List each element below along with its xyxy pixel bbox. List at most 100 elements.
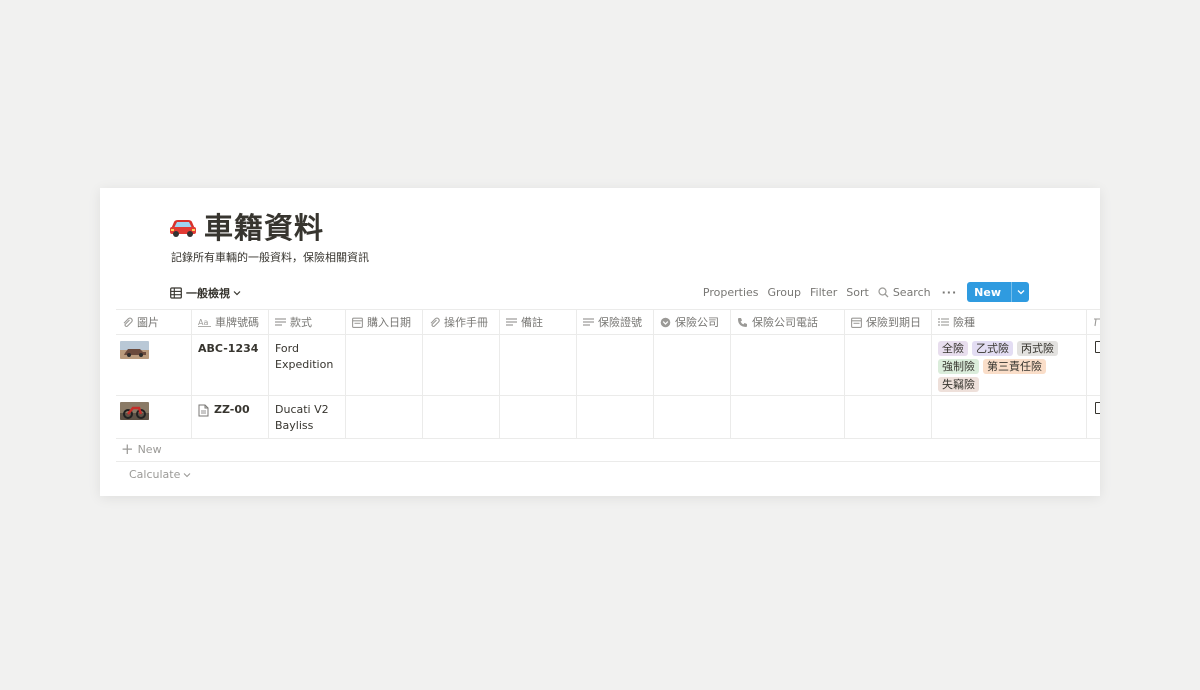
plate-value[interactable]: ZZ-00 [198,402,262,418]
notes-cell[interactable] [500,335,577,395]
coverage-tag: 丙式險 [1017,341,1058,356]
add-row-button[interactable]: + New [116,438,1100,462]
calendar-icon [352,317,363,328]
extra-cell[interactable] [1087,396,1100,438]
red-car-icon [170,220,196,237]
coverage-tag: 第三責任險 [983,359,1046,374]
coverage-cell[interactable]: 全險 乙式險 丙式險 強制險 第三責任險 失竊險 [932,335,1087,395]
coverage-tag: 強制險 [938,359,979,374]
properties-button[interactable]: Properties [703,286,759,299]
add-row-label: New [137,443,162,456]
search-button[interactable]: Search [878,286,931,299]
motorcycle-photo-thumbnail[interactable] [120,402,149,420]
calculate-button[interactable]: Calculate [129,468,191,481]
group-button[interactable]: Group [768,286,802,299]
column-header-expiry-date[interactable]: 保險到期日 [845,310,932,334]
image-cell[interactable] [116,396,192,438]
column-header-extra[interactable] [1087,310,1100,334]
column-header-label: 保險到期日 [866,316,921,329]
column-header-label: 保險公司 [675,316,719,329]
title-icon: Aa [198,318,211,327]
plate-value[interactable]: ABC-1234 [198,341,262,357]
database-table: 圖片 Aa 車牌號碼 款式 購入日期 操作手冊 備註 保險證號 保險公司 保險公… [116,309,1100,439]
policy-number-cell[interactable] [577,396,654,438]
database-page: 車籍資料 記錄所有車輛的一般資料，保險相關資訊 一般檢視 Properties … [100,188,1100,496]
model-cell[interactable]: Ford Expedition [269,335,346,395]
paperclip-icon [123,317,133,327]
column-header-label: 購入日期 [367,316,411,329]
plate-cell[interactable]: ZZ-00 [192,396,269,438]
column-header-manual[interactable]: 操作手冊 [423,310,500,334]
coverage-cell[interactable] [932,396,1087,438]
column-header-label: 操作手冊 [444,316,488,329]
plate-cell[interactable]: ABC-1234 [192,335,269,395]
coverage-tag: 乙式險 [972,341,1013,356]
policy-number-cell[interactable] [577,335,654,395]
document-icon [1095,402,1100,414]
notes-cell[interactable] [500,396,577,438]
coverage-tags: 全險 乙式險 丙式險 強制險 第三責任險 失竊險 [938,341,1080,392]
expiry-date-cell[interactable] [845,335,932,395]
chevron-down-icon [233,291,241,296]
table-row[interactable]: ZZ-00 Ducati V2 Bayliss [116,396,1100,439]
column-header-label: 險種 [953,316,975,329]
purchase-date-cell[interactable] [346,396,423,438]
page-title[interactable]: 車籍資料 [204,205,324,247]
column-header-model[interactable]: 款式 [269,310,346,334]
column-header-coverage[interactable]: 險種 [932,310,1087,334]
model-line: Ford [275,342,299,355]
search-label: Search [892,285,931,299]
extra-cell[interactable] [1087,335,1100,395]
page-description[interactable]: 記錄所有車輛的一般資料，保險相關資訊 [171,249,369,265]
car-photo-thumbnail[interactable] [120,341,149,359]
insurer-phone-cell[interactable] [731,396,845,438]
manual-cell[interactable] [423,335,500,395]
image-cell[interactable] [116,335,192,395]
column-header-plate[interactable]: Aa 車牌號碼 [192,310,269,334]
column-header-label: 保險證號 [598,316,642,329]
search-icon [878,286,889,297]
plus-icon: + [121,439,134,458]
insurer-cell[interactable] [654,335,731,395]
more-options-button[interactable]: ··· [942,286,958,299]
table-icon [170,287,182,299]
column-header-policy-number[interactable]: 保險證號 [577,310,654,334]
text-lines-icon [275,318,286,326]
chevron-down-icon [183,472,191,477]
column-header-label: 保險公司電話 [752,316,818,329]
expiry-date-cell[interactable] [845,396,932,438]
column-header-images[interactable]: 圖片 [116,310,192,334]
column-header-insurer[interactable]: 保險公司 [654,310,731,334]
new-button[interactable]: New [967,282,1011,302]
manual-cell[interactable] [423,396,500,438]
text-lines-icon [583,318,594,326]
column-header-notes[interactable]: 備註 [500,310,577,334]
filter-button[interactable]: Filter [810,286,837,299]
select-icon [660,317,671,327]
column-header-insurer-phone[interactable]: 保險公司電話 [731,310,845,334]
insurer-cell[interactable] [654,396,731,438]
column-header-label: 款式 [290,316,312,329]
calculate-label: Calculate [129,468,181,481]
view-switcher[interactable]: 一般檢視 [170,282,245,304]
new-options-button[interactable] [1011,282,1029,302]
column-header-label: 圖片 [137,316,159,329]
calendar-icon [851,317,862,328]
purchase-date-cell[interactable] [346,335,423,395]
table-row[interactable]: ABC-1234 Ford Expedition 全險 乙式險 丙式險 強制險 … [116,335,1100,396]
paperclip-icon [430,317,440,327]
title-row: 車籍資料 [168,206,324,246]
column-header-label: 備註 [521,316,543,329]
insurer-phone-cell[interactable] [731,335,845,395]
text-lines-icon [506,318,517,326]
view-name: 一般檢視 [186,287,230,300]
plate-text: ZZ-00 [214,403,250,416]
model-cell[interactable]: Ducati V2 Bayliss [269,396,346,438]
column-header-purchase-date[interactable]: 購入日期 [346,310,423,334]
svg-text:Aa: Aa [198,318,208,327]
coverage-tag: 失竊險 [938,377,979,392]
new-button-group: New [967,282,1029,302]
model-line: Bayliss [275,419,314,432]
sort-button[interactable]: Sort [846,286,869,299]
database-toolbar: Properties Group Filter Sort Search ··· … [694,282,1029,302]
